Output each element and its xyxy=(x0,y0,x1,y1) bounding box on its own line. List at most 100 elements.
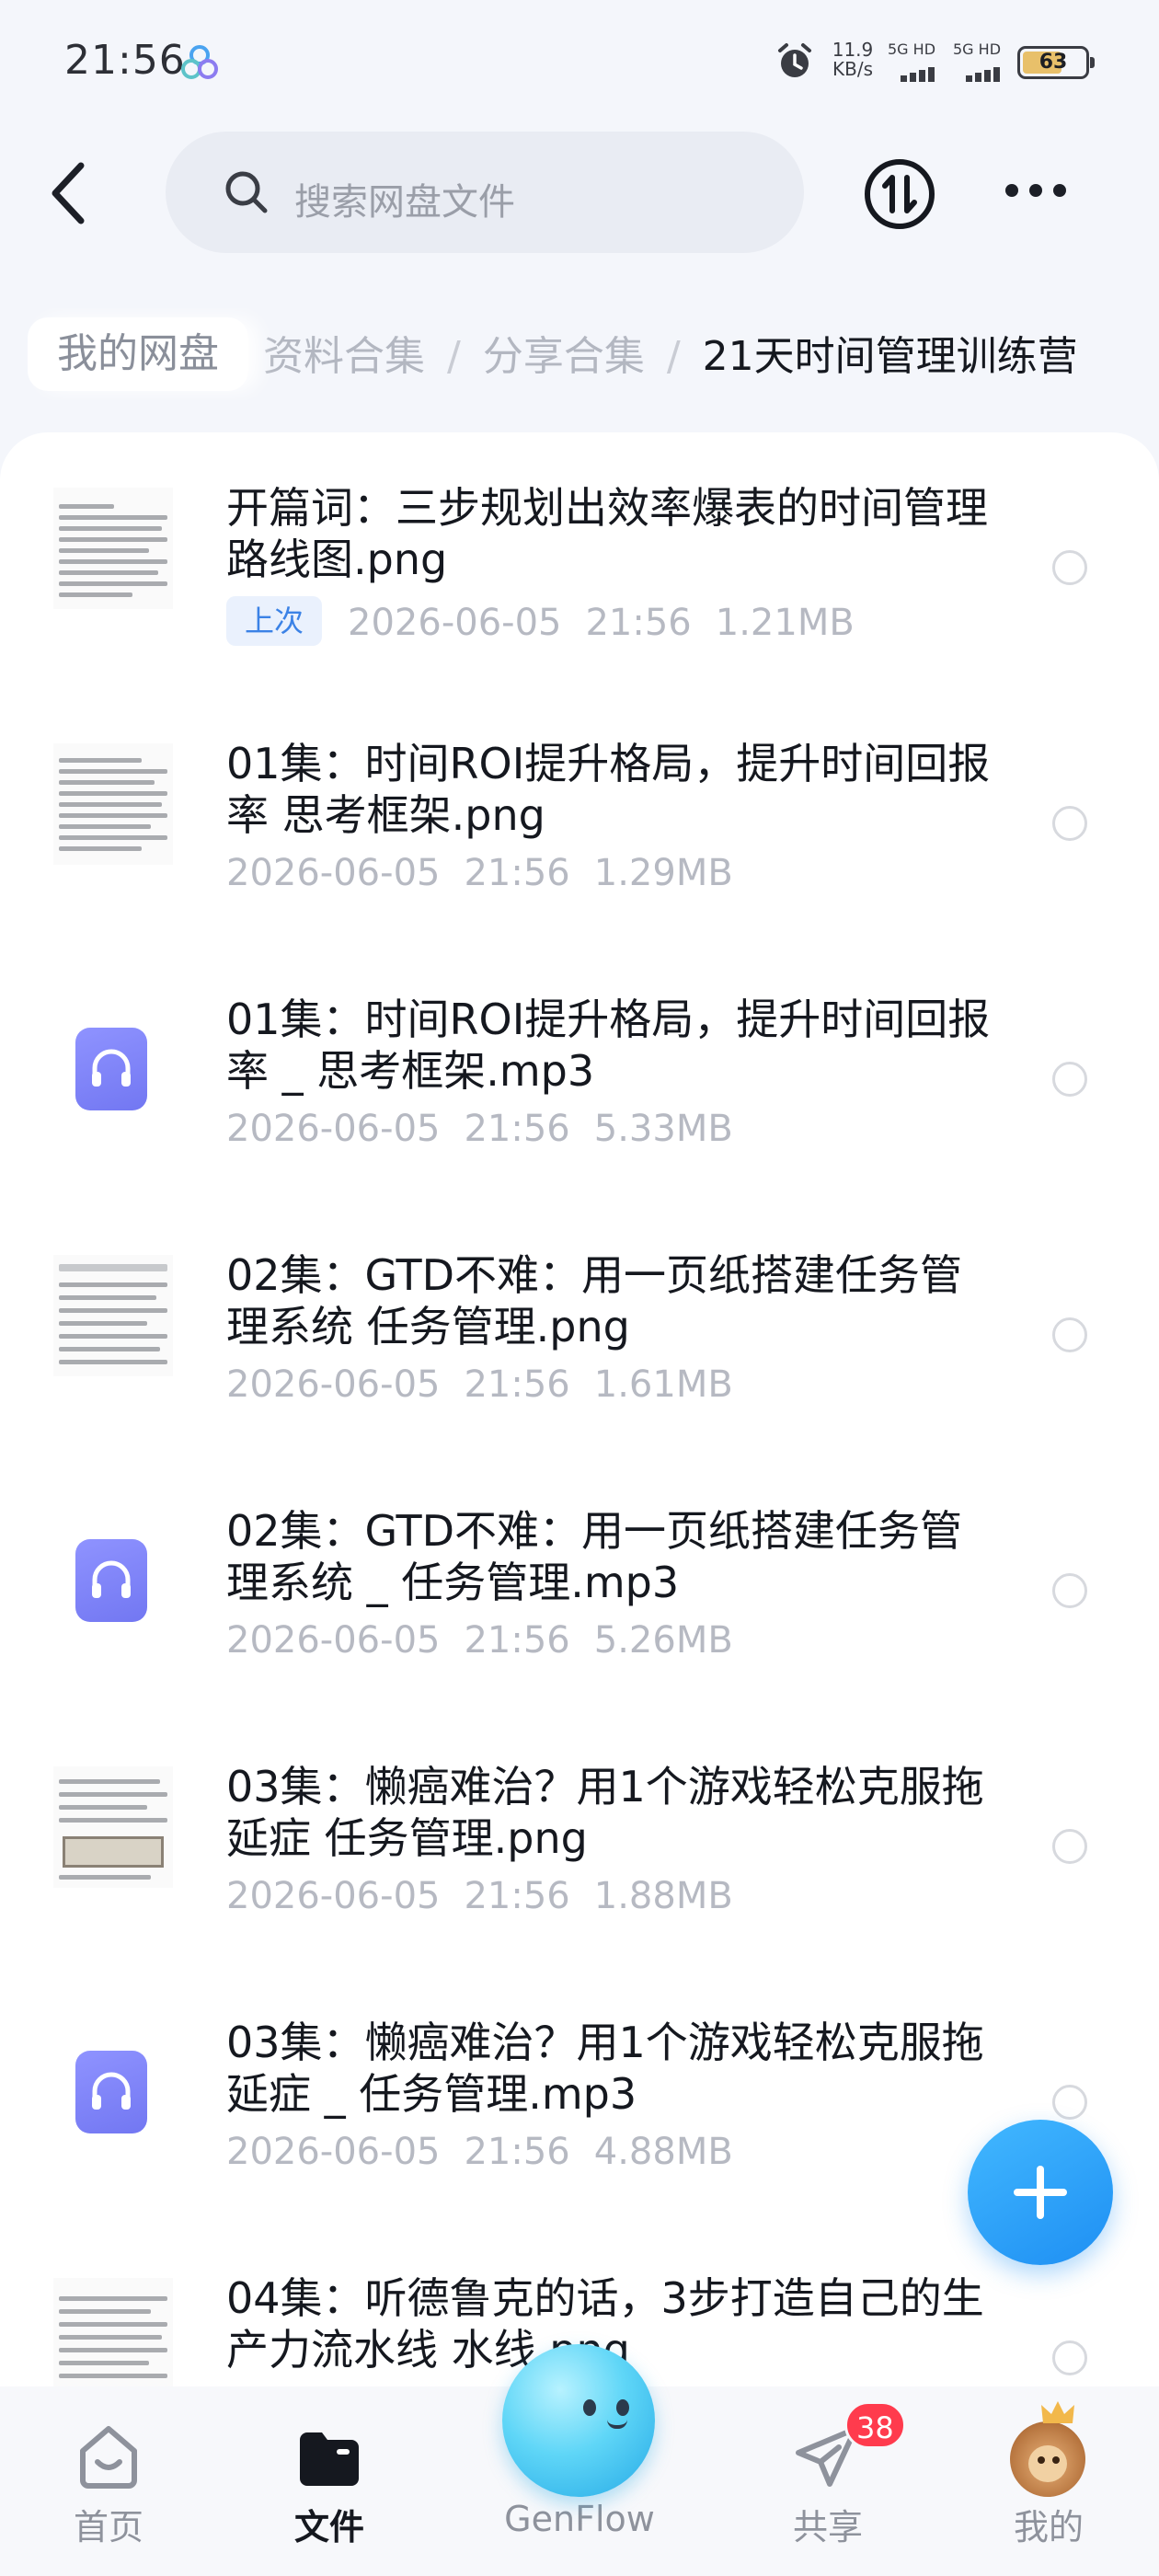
audio-file-icon xyxy=(75,2051,147,2133)
file-size: 4.88MB xyxy=(593,2131,733,2173)
file-date: 2026-06-05 xyxy=(226,2131,441,2173)
file-name: 03集：懒癌难治？用1个游戏轻松克服拖延症 任务管理.png xyxy=(226,1762,984,1863)
alarm-icon xyxy=(778,43,811,77)
file-time: 21:56 xyxy=(464,1619,570,1662)
file-name: 03集：懒癌难治？用1个游戏轻松克服拖延症 _ 任务管理.mp3 xyxy=(226,2018,984,2119)
file-date: 2026-06-05 xyxy=(226,852,441,894)
file-item[interactable]: 开篇词：三步规划出效率爆表的时间管理路线图.png 上次 2026-06-05 21… xyxy=(0,432,1159,688)
file-meta: 2026-06-05 21:56 1.88MB xyxy=(226,1875,733,1917)
file-date: 2026-06-05 xyxy=(226,1108,441,1150)
more-button[interactable] xyxy=(1003,175,1069,212)
breadcrumb: 资料合集 / 分享合集 / 21天时间管理训练营 我的网盘 xyxy=(0,308,1159,400)
file-item[interactable]: 01集：时间ROI提升格局，提升时间回报率 _ 思考框架.mp3 2026-06… xyxy=(0,944,1159,1200)
status-time: 21:56 xyxy=(64,37,186,84)
file-meta: 2026-06-05 21:56 5.33MB xyxy=(226,1108,733,1150)
tab-home-label: 首页 xyxy=(73,2507,143,2547)
battery-percent: 63 xyxy=(1039,51,1068,74)
back-button[interactable] xyxy=(44,158,99,228)
file-name: 02集：GTD不难：用一页纸搭建任务管理系统 _ 任务管理.mp3 xyxy=(226,1506,963,1607)
file-size: 5.33MB xyxy=(593,1108,733,1150)
tab-mine-label: 我的 xyxy=(1013,2507,1084,2547)
file-date: 2026-06-05 xyxy=(226,1875,441,1917)
headphones-icon xyxy=(92,2072,131,2110)
more-dot xyxy=(1053,184,1066,197)
file-thumbnail xyxy=(53,2278,173,2399)
file-name: 01集：时间ROI提升格局，提升时间回报率 _ 思考框架.mp3 xyxy=(226,995,991,1096)
file-time: 21:56 xyxy=(464,2131,570,2173)
mascot-eye xyxy=(616,2399,629,2416)
more-dot xyxy=(1029,184,1042,197)
file-item[interactable]: 03集：懒癌难治？用1个游戏轻松克服拖延症 任务管理.png 2026-06-0… xyxy=(0,1711,1159,1967)
file-name: 开篇词：三步规划出效率爆表的时间管理路线图.png xyxy=(226,483,988,584)
file-name: 01集：时间ROI提升格局，提升时间回报率 思考框架.png xyxy=(226,739,991,840)
select-checkbox[interactable] xyxy=(1052,1573,1087,1608)
signal-bars-icon xyxy=(901,64,937,82)
sim2-label: 5G HD xyxy=(953,40,1002,58)
headphones-icon xyxy=(92,1049,131,1087)
signal-bars-icon xyxy=(966,64,1003,82)
file-name: 02集：GTD不难：用一页纸搭建任务管理系统 任务管理.png xyxy=(226,1250,963,1351)
sim1-signal: 5G HD xyxy=(888,40,961,83)
breadcrumb-trail: 资料合集 / 分享合集 / 21天时间管理训练营 xyxy=(263,323,1078,382)
breadcrumb-separator: / xyxy=(666,333,681,380)
file-time: 21:56 xyxy=(585,602,692,644)
select-checkbox[interactable] xyxy=(1052,550,1087,585)
add-button[interactable] xyxy=(968,2120,1113,2265)
file-time: 21:56 xyxy=(464,1875,570,1917)
select-checkbox[interactable] xyxy=(1052,1829,1087,1864)
breadcrumb-separator: / xyxy=(447,333,461,380)
file-size: 5.26MB xyxy=(593,1619,733,1662)
mascot-eye xyxy=(583,2399,596,2416)
avatar[interactable] xyxy=(1010,2421,1085,2497)
search-icon xyxy=(225,171,268,213)
file-list: 开篇词：三步规划出效率爆表的时间管理路线图.png 上次 2026-06-05 21… xyxy=(0,432,1159,2576)
home-icon xyxy=(80,2426,137,2489)
last-opened-badge: 上次 xyxy=(226,596,323,646)
share-notification-badge: 38 xyxy=(844,2401,906,2449)
file-size: 1.61MB xyxy=(593,1363,733,1406)
select-checkbox[interactable] xyxy=(1052,2340,1087,2375)
file-item[interactable]: 01集：时间ROI提升格局，提升时间回报率 思考框架.png 2026-06-0… xyxy=(0,688,1159,944)
file-meta: 2026-06-05 21:56 1.61MB xyxy=(226,1363,733,1406)
app-notification-icon xyxy=(181,45,218,79)
transfer-icon[interactable] xyxy=(863,157,936,231)
file-date: 2026-06-05 xyxy=(348,602,562,644)
file-thumbnail xyxy=(53,743,173,865)
tab-genflow-label: GenFlow xyxy=(504,2499,655,2539)
select-checkbox[interactable] xyxy=(1052,806,1087,841)
audio-file-icon xyxy=(75,1539,147,1622)
file-time: 21:56 xyxy=(464,1363,570,1406)
search-placeholder: 搜索网盘文件 xyxy=(294,181,515,224)
more-dot xyxy=(1005,184,1018,197)
select-checkbox[interactable] xyxy=(1052,2085,1087,2120)
file-time: 21:56 xyxy=(464,852,570,894)
search-input[interactable]: 搜索网盘文件 xyxy=(166,132,804,253)
genflow-mascot-icon[interactable] xyxy=(502,2344,655,2497)
battery-indicator: 63 xyxy=(1017,46,1095,79)
file-time: 21:56 xyxy=(464,1108,570,1150)
breadcrumb-home[interactable]: 我的网盘 xyxy=(28,317,248,391)
file-item[interactable]: 02集：GTD不难：用一页纸搭建任务管理系统 _ 任务管理.mp3 2026-0… xyxy=(0,1455,1159,1711)
folder-icon xyxy=(300,2432,359,2486)
tab-files-label: 文件 xyxy=(293,2507,364,2547)
sim2-signal: 5G HD xyxy=(953,40,1027,83)
file-size: 1.21MB xyxy=(715,602,855,644)
select-checkbox[interactable] xyxy=(1052,1062,1087,1097)
netdisk-folder-page: 21:56 11.9 KB/s 5G HD 5G HD 63 搜索网盘文件 资料… xyxy=(0,0,1159,2576)
network-speed-value: 11.9 xyxy=(832,39,874,61)
file-meta: 上次 2026-06-05 21:56 1.21MB xyxy=(226,596,855,646)
tab-files[interactable]: 文件 xyxy=(237,2386,421,2576)
file-item[interactable]: 02集：GTD不难：用一页纸搭建任务管理系统 任务管理.png 2026-06-… xyxy=(0,1200,1159,1455)
file-size: 1.88MB xyxy=(593,1875,733,1917)
breadcrumb-item[interactable]: 资料合集 xyxy=(263,333,425,380)
file-thumbnail xyxy=(53,1766,173,1888)
select-checkbox[interactable] xyxy=(1052,1317,1087,1352)
breadcrumb-item[interactable]: 分享合集 xyxy=(483,333,645,380)
file-size: 1.29MB xyxy=(593,852,733,894)
network-speed: 11.9 KB/s xyxy=(825,40,880,79)
file-date: 2026-06-05 xyxy=(226,1363,441,1406)
status-bar: 21:56 11.9 KB/s 5G HD 5G HD 63 xyxy=(0,0,1159,120)
breadcrumb-current: 21天时间管理训练营 xyxy=(702,333,1078,380)
tab-home[interactable]: 首页 xyxy=(17,2386,201,2576)
file-date: 2026-06-05 xyxy=(226,1619,441,1662)
